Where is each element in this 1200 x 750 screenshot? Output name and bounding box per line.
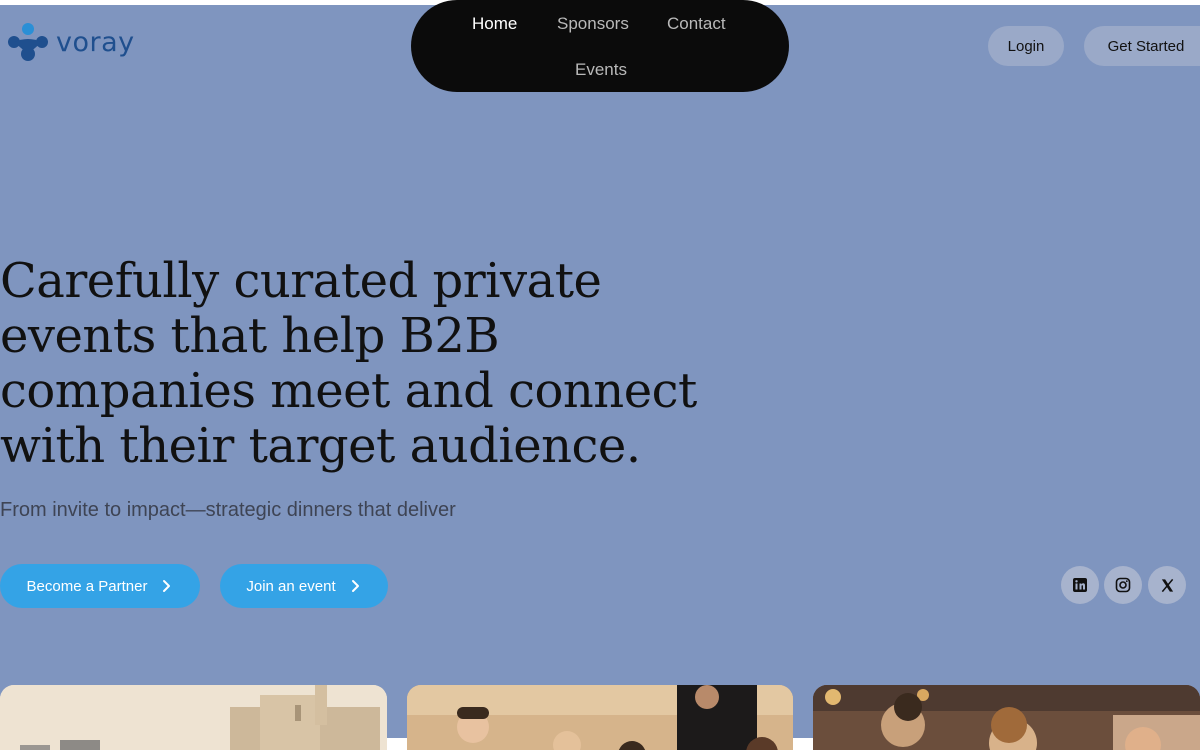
- get-started-button[interactable]: Get Started: [1084, 26, 1200, 66]
- divider: [387, 738, 407, 750]
- gathering-guests-image: [813, 685, 1200, 750]
- linkedin-icon: [1073, 578, 1087, 592]
- nav-item-contact[interactable]: Contact: [667, 14, 726, 34]
- join-event-button[interactable]: Join an event: [220, 564, 388, 608]
- voray-logo-icon: [8, 23, 48, 61]
- linkedin-button[interactable]: [1061, 566, 1099, 604]
- become-partner-label: Become a Partner: [26, 577, 148, 595]
- nav-item-sponsors[interactable]: Sponsors: [557, 14, 629, 34]
- event-image-dinner: [407, 685, 793, 750]
- event-image-city: [0, 685, 387, 750]
- nav-item-events[interactable]: Events: [575, 60, 627, 80]
- main-nav: Home Sponsors Contact Events: [411, 0, 789, 92]
- brand-name: voray: [56, 26, 135, 58]
- divider: [793, 738, 813, 750]
- x-icon: [1161, 578, 1173, 592]
- chevron-right-icon: [351, 580, 359, 592]
- chevron-right-icon: [163, 580, 171, 592]
- hero-subtitle: From invite to impact—strategic dinners …: [0, 499, 456, 521]
- hero-title: Carefully curated private events that he…: [0, 253, 697, 474]
- city-skyline-image: [0, 685, 387, 750]
- instagram-button[interactable]: [1104, 566, 1142, 604]
- become-partner-button[interactable]: Become a Partner: [0, 564, 200, 608]
- nav-item-home[interactable]: Home: [472, 14, 517, 34]
- dinner-guests-image: [407, 685, 793, 750]
- join-event-label: Join an event: [246, 577, 336, 595]
- instagram-icon: [1115, 577, 1131, 593]
- login-button[interactable]: Login: [988, 26, 1064, 66]
- logo[interactable]: voray: [8, 22, 135, 62]
- x-button[interactable]: [1148, 566, 1186, 604]
- event-image-gathering: [813, 685, 1200, 750]
